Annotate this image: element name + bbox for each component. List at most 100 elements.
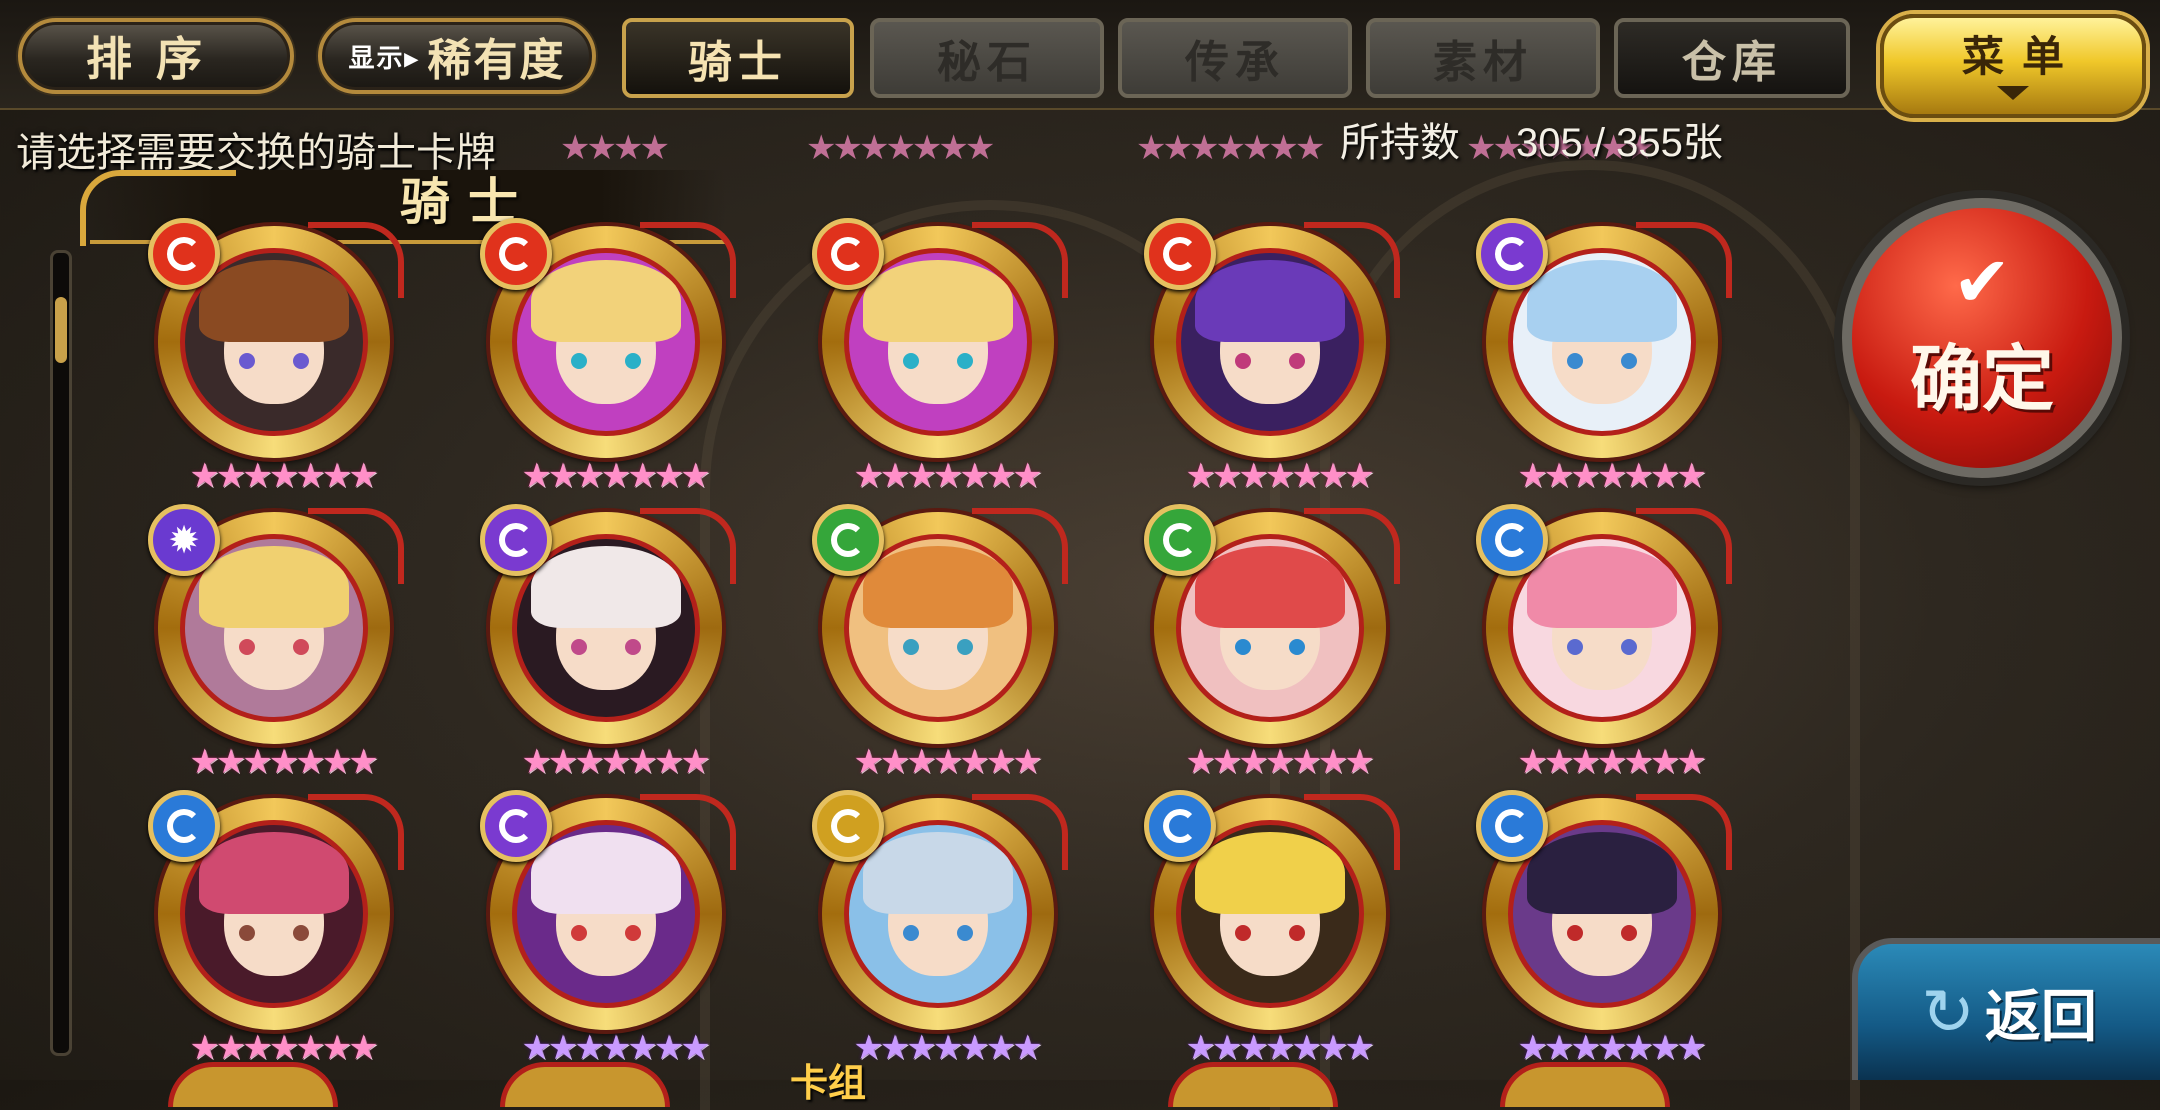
water-element-icon xyxy=(148,790,220,862)
hair xyxy=(1527,260,1677,342)
display-prefix: 显示▸ xyxy=(348,42,420,73)
back-label: 返回 xyxy=(1984,983,2097,1050)
menu-label: 菜单 xyxy=(1961,31,2082,81)
knight-card[interactable]: ★★★★★★★ xyxy=(1144,504,1404,781)
eyes xyxy=(1567,352,1637,369)
confirm-button[interactable]: ✔ 确定 xyxy=(1842,198,2122,478)
partial-row-stars: ★★★★★★★ xyxy=(1136,129,1325,167)
eyes xyxy=(571,352,641,369)
knight-card[interactable]: ★★★★★★★ xyxy=(480,790,740,1067)
light-element-icon xyxy=(812,790,884,862)
knight-card[interactable]: ★★★★★★★ xyxy=(480,218,740,495)
hair xyxy=(199,260,349,342)
partial-row-stars: ★★★★★★★ xyxy=(806,129,995,167)
scrollbar[interactable] xyxy=(50,250,72,1056)
tab-label: 仓库 xyxy=(1682,37,1782,88)
checkmark-icon: ✔ xyxy=(1952,242,2012,321)
eyes xyxy=(903,924,973,941)
knight-card[interactable]: ★★★★★★★ xyxy=(1476,504,1736,781)
holy-element-icon xyxy=(148,504,220,576)
eyes xyxy=(1567,638,1637,655)
fire-element-icon xyxy=(480,218,552,290)
display-value: 稀有度 xyxy=(427,35,566,86)
knight-card[interactable]: ★★★★★★★ xyxy=(1144,218,1404,495)
knight-card[interactable]: ★★★★★★★ xyxy=(148,504,408,781)
eyes xyxy=(1567,924,1637,941)
tab-label: 秘石 xyxy=(937,37,1037,88)
confirm-label: 确定 xyxy=(1909,335,2054,421)
tab-inheritance[interactable]: 传承 xyxy=(1118,18,1352,98)
partial-card xyxy=(168,1062,338,1107)
rarity-stars: ★★★★★★★ xyxy=(853,743,1042,781)
hair xyxy=(531,260,681,342)
fire-element-icon xyxy=(812,218,884,290)
eyes xyxy=(239,352,309,369)
hair xyxy=(199,546,349,628)
hair xyxy=(863,832,1013,914)
hair xyxy=(531,832,681,914)
fire-element-icon xyxy=(148,218,220,290)
water-element-icon xyxy=(1144,790,1216,862)
eyes xyxy=(571,924,641,941)
chevron-down-icon xyxy=(1997,85,2029,100)
wind-element-icon xyxy=(1144,504,1216,576)
dark-element-icon xyxy=(1476,218,1548,290)
hair xyxy=(1195,260,1345,342)
owned-value: 305 / 355张 xyxy=(1516,121,1723,165)
eyes xyxy=(239,924,309,941)
hair xyxy=(1527,546,1677,628)
tab-material[interactable]: 素材 xyxy=(1366,18,1600,98)
hair xyxy=(1195,832,1345,914)
tab-label: 传承 xyxy=(1185,37,1285,88)
owned-count: 所持数 305 / 355张 xyxy=(1340,110,1723,168)
knight-card[interactable]: ★★★★★★★ xyxy=(812,218,1072,495)
hair xyxy=(199,832,349,914)
sort-button[interactable]: 排序 xyxy=(18,18,294,94)
tab-secret-stone[interactable]: 秘石 xyxy=(870,18,1104,98)
rarity-stars: ★★★★★★★ xyxy=(1517,457,1706,495)
hair xyxy=(1527,832,1677,914)
fire-element-icon xyxy=(1144,218,1216,290)
eyes xyxy=(1235,924,1305,941)
rarity-stars: ★★★★★★★ xyxy=(521,457,710,495)
hair xyxy=(863,260,1013,342)
eyes xyxy=(903,352,973,369)
rarity-stars: ★★★★★★★ xyxy=(521,743,710,781)
knight-card[interactable]: ★★★★★★★ xyxy=(1476,218,1736,495)
eyes xyxy=(1235,352,1305,369)
tab-label: 素材 xyxy=(1433,37,1533,88)
hair xyxy=(863,546,1013,628)
tab-label: 骑士 xyxy=(688,37,788,88)
dark-element-icon xyxy=(480,504,552,576)
rarity-stars: ★★★★★★★ xyxy=(1517,743,1706,781)
dark-element-icon xyxy=(480,790,552,862)
partial-card xyxy=(500,1062,670,1107)
hair xyxy=(531,546,681,628)
back-button[interactable]: ↻ 返回 xyxy=(1852,938,2160,1080)
display-rarity-button[interactable]: 显示▸ 稀有度 xyxy=(318,18,596,94)
scrollbar-thumb[interactable] xyxy=(55,297,67,363)
water-element-icon xyxy=(1476,790,1548,862)
menu-button[interactable]: 菜单 xyxy=(1880,14,2146,118)
tab-warehouse[interactable]: 仓库 xyxy=(1614,18,1850,98)
sort-label: 排序 xyxy=(86,32,226,86)
knight-card[interactable]: ★★★★★★★ xyxy=(480,504,740,781)
tab-knight[interactable]: 骑士 xyxy=(622,18,854,98)
return-arrow-icon: ↻ xyxy=(1921,975,1975,1048)
eyes xyxy=(1235,638,1305,655)
knight-card[interactable]: ★★★★★★★ xyxy=(812,790,1072,1067)
rarity-stars: ★★★★★★★ xyxy=(189,457,378,495)
rarity-stars: ★★★★★★★ xyxy=(1185,457,1374,495)
knight-card[interactable]: ★★★★★★★ xyxy=(148,790,408,1067)
partial-card xyxy=(1500,1062,1670,1107)
hair xyxy=(1195,546,1345,628)
eyes xyxy=(571,638,641,655)
knight-card[interactable]: ★★★★★★★ xyxy=(812,504,1072,781)
rarity-stars: ★★★★★★★ xyxy=(853,457,1042,495)
knight-card[interactable]: ★★★★★★★ xyxy=(1144,790,1404,1067)
rarity-stars: ★★★★★★★ xyxy=(1185,743,1374,781)
owned-label: 所持数 xyxy=(1340,121,1460,165)
wind-element-icon xyxy=(812,504,884,576)
knight-card[interactable]: ★★★★★★★ xyxy=(148,218,408,495)
knight-card[interactable]: ★★★★★★★ xyxy=(1476,790,1736,1067)
